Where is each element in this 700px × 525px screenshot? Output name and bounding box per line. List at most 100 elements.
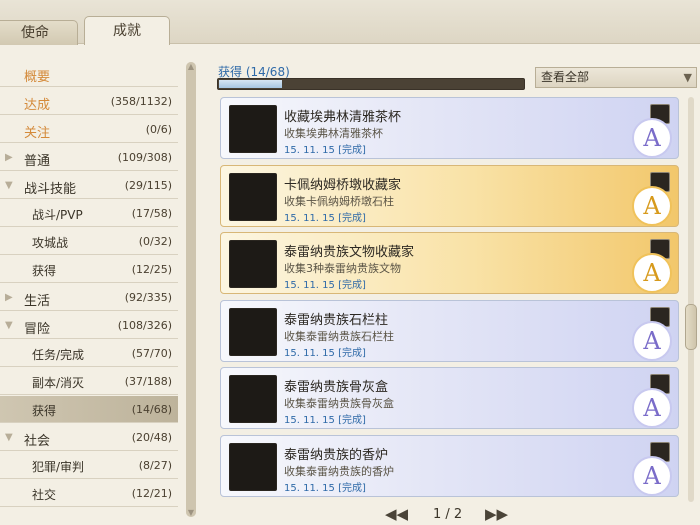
collapse-arrow-icon[interactable]: ▼ <box>5 432 13 443</box>
sidebar-scrollbar[interactable]: ▲ ▼ <box>186 62 196 517</box>
list-scroll-track[interactable] <box>688 97 694 502</box>
sidebar-item-label: 副本/消灭 <box>32 376 85 390</box>
achievement-title: 泰雷纳贵族文物收藏家 <box>284 245 415 260</box>
sidebar-item-label: 获得 <box>32 264 57 278</box>
achievement-title: 泰雷纳贵族的香炉 <box>284 447 389 463</box>
sidebar-item[interactable]: 副本/消灭 (37/188) <box>0 368 178 395</box>
sidebar-item[interactable]: 获得 (12/25) <box>0 256 178 283</box>
sidebar-item-label: 社会 <box>24 434 51 449</box>
achievement-card[interactable]: 卡佩纳姆桥墩收藏家 收集卡佩纳姆桥墩石柱 15. 11. 15 [完成] A <box>220 164 679 227</box>
pagination: ◀◀ 1 / 2 ▶▶ <box>385 505 515 525</box>
sidebar-item-label: 冒险 <box>24 322 51 337</box>
sidebar-item-label: 关注 <box>24 126 51 141</box>
progress-fill <box>219 80 283 88</box>
sidebar-item[interactable]: 获得 (14/68) <box>0 396 178 423</box>
list-scroll-thumb[interactable] <box>685 304 697 350</box>
tab-mission[interactable]: 使命 <box>0 20 78 45</box>
sidebar-item-label: 战斗/PVP <box>32 208 83 222</box>
filter-dropdown[interactable]: 查看全部 ▼ <box>535 67 697 88</box>
achievement-card[interactable]: 泰雷纳贵族骨灰盒 收集泰雷纳贵族骨灰盒 15. 11. 15 [完成] A <box>220 367 679 429</box>
sidebar-item[interactable]: 犯罪/审判 (8/27) <box>0 452 178 479</box>
collapse-arrow-icon[interactable]: ▼ <box>5 320 13 331</box>
relic-icon <box>229 240 277 288</box>
achievement-emblem-icon: A <box>632 253 672 293</box>
achievement-emblem-icon: A <box>632 185 672 226</box>
chevron-down-icon: ▼ <box>683 71 692 84</box>
achievement-card[interactable]: 泰雷纳贵族的香炉 收集泰雷纳贵族的香炉 15. 11. 15 [完成] A <box>220 434 679 497</box>
achievement-card[interactable]: 泰雷纳贵族文物收藏家 收集3种泰雷纳贵族文物 15. 11. 15 [完成] A <box>220 232 679 294</box>
achievement-desc: 收集卡佩纳姆桥墩石柱 <box>284 194 394 208</box>
sidebar-item-count: (8/27) <box>138 459 172 472</box>
achievement-desc: 收集泰雷纳贵族的香炉 <box>284 464 394 478</box>
censer-icon <box>229 442 277 491</box>
sidebar-item[interactable]: 关注 (0/6) <box>0 116 178 143</box>
collapse-arrow-icon[interactable]: ▼ <box>5 180 13 191</box>
sidebar-item[interactable]: 概要 <box>0 60 178 87</box>
pillar-icon <box>229 172 277 221</box>
list-scrollbar[interactable] <box>685 97 697 502</box>
achievement-emblem-icon: A <box>632 118 672 158</box>
sidebar-item-label: 生活 <box>24 294 51 309</box>
achievement-card[interactable]: 收藏埃弗林清雅茶杯 收集埃弗林清雅茶杯 15. 11. 15 [完成] A <box>220 97 679 159</box>
sidebar-item-label: 任务/完成 <box>32 348 85 362</box>
page-indicator: 1 / 2 <box>433 507 463 522</box>
achievement-emblem-icon: A <box>632 388 672 428</box>
sidebar-item[interactable]: ▼ 社会 (20/48) <box>0 424 178 451</box>
progress-bar <box>217 78 525 90</box>
sidebar-item-count: (0/32) <box>138 235 172 248</box>
achievement-card[interactable]: 泰雷纳贵族石栏柱 收集泰雷纳贵族石栏柱 15. 11. 15 [完成] A <box>220 299 679 362</box>
sidebar-item-count: (358/1132) <box>110 95 172 108</box>
sidebar-item-count: (29/115) <box>124 179 172 192</box>
expand-arrow-icon[interactable]: ▶ <box>5 292 13 303</box>
achievement-desc: 收集埃弗林清雅茶杯 <box>284 127 383 140</box>
achievement-date: 15. 11. 15 [完成] <box>284 482 366 494</box>
achievement-desc: 收集3种泰雷纳贵族文物 <box>284 262 401 275</box>
sidebar-item-label: 达成 <box>24 98 51 113</box>
baluster-icon <box>229 307 277 356</box>
achievement-emblem-icon: A <box>632 455 672 496</box>
expand-arrow-icon[interactable]: ▶ <box>5 152 13 163</box>
last-page-button[interactable]: ▶▶ <box>485 505 508 523</box>
sidebar-item-count: (12/21) <box>131 487 172 500</box>
sidebar-scroll-thumb[interactable] <box>186 62 196 517</box>
sidebar-item[interactable]: 达成 (358/1132) <box>0 88 178 115</box>
urn-icon <box>229 375 277 423</box>
achievement-emblem-icon: A <box>632 320 672 361</box>
sidebar-item-count: (20/48) <box>131 431 172 444</box>
sidebar-item[interactable]: ▼ 冒险 (108/326) <box>0 312 178 339</box>
sidebar-item-count: (92/335) <box>124 291 172 304</box>
sidebar-item-label: 战斗技能 <box>24 182 77 197</box>
scroll-down-icon[interactable]: ▼ <box>186 508 196 517</box>
first-page-button[interactable]: ◀◀ <box>385 505 408 523</box>
sidebar-item[interactable]: 任务/完成 (57/70) <box>0 340 178 367</box>
achievement-title: 泰雷纳贵族石栏柱 <box>284 312 389 328</box>
sidebar-item-label: 普通 <box>24 154 51 169</box>
sidebar-item[interactable]: 攻城战 (0/32) <box>0 228 178 255</box>
tab-strip: 使命 成就 <box>0 0 700 45</box>
sidebar-item[interactable]: ▶ 普通 (109/308) <box>0 144 178 171</box>
achievement-title: 泰雷纳贵族骨灰盒 <box>284 380 389 395</box>
achievement-date: 15. 11. 15 [完成] <box>284 280 366 291</box>
sidebar-item[interactable]: ▶ 生活 (92/335) <box>0 284 178 311</box>
sidebar-item-label: 概要 <box>24 70 51 85</box>
teacup-icon <box>229 105 277 153</box>
sidebar-item-count: (37/188) <box>124 375 172 388</box>
sidebar-item-label: 社交 <box>32 488 57 502</box>
tab-achievements[interactable]: 成就 <box>84 16 170 45</box>
sidebar-item-count: (17/58) <box>131 207 172 220</box>
sidebar-item[interactable]: 战斗/PVP (17/58) <box>0 200 178 227</box>
sidebar-item[interactable]: ▼ 战斗技能 (29/115) <box>0 172 178 199</box>
achievement-date: 15. 11. 15 [完成] <box>284 415 366 426</box>
sidebar-item-count: (14/68) <box>131 403 172 416</box>
achievement-title: 卡佩纳姆桥墩收藏家 <box>284 177 402 193</box>
achievement-date: 15. 11. 15 [完成] <box>284 347 366 359</box>
achievement-desc: 收集泰雷纳贵族骨灰盒 <box>284 397 394 410</box>
sidebar-item-count: (108/326) <box>117 319 172 332</box>
sidebar-item-count: (57/70) <box>131 347 172 360</box>
achievement-list: 收藏埃弗林清雅茶杯 收集埃弗林清雅茶杯 15. 11. 15 [完成] A 卡佩纳姆桥墩… <box>220 97 680 502</box>
scroll-up-icon[interactable]: ▲ <box>186 62 196 71</box>
sidebar-item[interactable]: 社交 (12/21) <box>0 480 178 507</box>
category-sidebar: 概要 达成 (358/1132) 关注 (0/6) ▶ 普通 (109/308) ▼ 战斗技能 (2… <box>0 60 200 525</box>
sidebar-item-label: 攻城战 <box>32 236 69 250</box>
filter-selected: 查看全部 <box>541 70 590 84</box>
